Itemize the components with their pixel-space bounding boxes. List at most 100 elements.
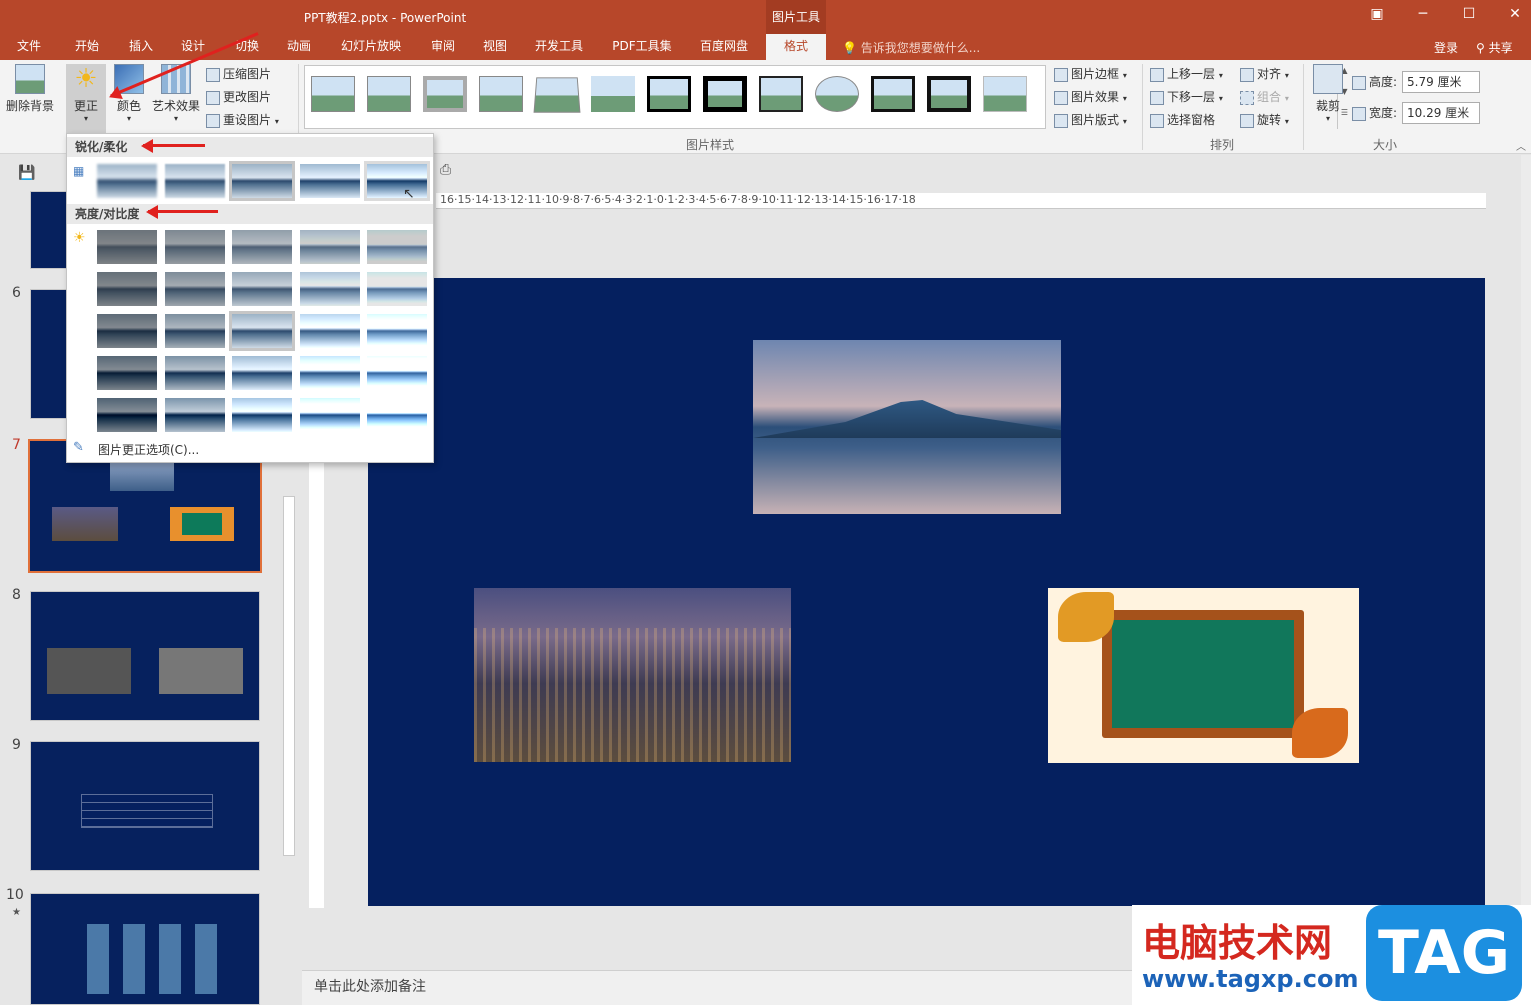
tab-animations[interactable]: 动画 (276, 34, 322, 60)
sharpen-preset[interactable] (97, 164, 157, 198)
style-thumb[interactable] (423, 76, 467, 112)
style-thumb[interactable] (367, 76, 411, 112)
tab-insert[interactable]: 插入 (118, 34, 164, 60)
brightness-preset[interactable] (367, 356, 427, 390)
tab-pdf-tools[interactable]: PDF工具集 (604, 34, 680, 60)
picture-corrections-options[interactable]: 图片更正选项(C)... (98, 441, 199, 458)
style-thumb[interactable] (703, 76, 747, 112)
brightness-preset[interactable] (165, 314, 225, 348)
style-thumb[interactable] (815, 76, 859, 112)
style-thumb[interactable] (759, 76, 803, 112)
brightness-preset[interactable] (165, 230, 225, 264)
height-label-text: 高度: (1369, 75, 1398, 89)
brightness-preset[interactable] (367, 398, 427, 432)
style-thumb[interactable] (647, 76, 691, 112)
mountain-lake-picture[interactable] (753, 340, 1061, 514)
style-thumb[interactable] (871, 76, 915, 112)
style-thumb[interactable] (533, 77, 581, 113)
thumbnail-scrollbar[interactable] (283, 496, 295, 856)
brightness-preset[interactable] (300, 398, 360, 432)
share-button[interactable]: ⚲ 共享 (1476, 39, 1513, 56)
send-backward-button[interactable]: 下移一层 ▾ (1150, 87, 1223, 107)
brightness-preset[interactable] (97, 230, 157, 264)
brightness-preset[interactable] (97, 314, 157, 348)
bring-forward-icon (1150, 67, 1164, 82)
presenter-icon[interactable]: ⎙ (440, 162, 451, 178)
picture-layout-button[interactable]: 图片版式 ▾ (1054, 110, 1127, 130)
brightness-preset[interactable] (300, 356, 360, 390)
brightness-preset[interactable] (232, 272, 292, 306)
crop-icon (1313, 64, 1343, 94)
reset-picture-button[interactable]: 重设图片 ▾ (206, 110, 279, 130)
brightness-preset[interactable] (300, 272, 360, 306)
artistic-effects-button[interactable]: 艺术效果 ▾ (150, 64, 202, 123)
brightness-preset[interactable] (97, 272, 157, 306)
send-backward-icon (1150, 90, 1164, 105)
brightness-preset[interactable] (165, 398, 225, 432)
style-thumb[interactable] (591, 76, 635, 112)
height-input[interactable]: 5.79 厘米 (1402, 71, 1480, 93)
brightness-preset[interactable] (232, 356, 292, 390)
corrections-dropdown: 锐化/柔化 ▦ ↖ 亮度/对比度 ☀ ✎ (66, 133, 434, 463)
brightness-preset[interactable] (97, 356, 157, 390)
brightness-preset[interactable] (367, 314, 427, 348)
login-link[interactable]: 登录 (1434, 39, 1458, 56)
style-thumb[interactable] (311, 76, 355, 112)
brightness-preset[interactable] (97, 398, 157, 432)
brightness-preset[interactable] (367, 230, 427, 264)
brightness-preset[interactable] (367, 272, 427, 306)
compress-pictures-button[interactable]: 压缩图片 (206, 64, 271, 84)
ribbon-display-icon[interactable]: ▣ (1362, 6, 1392, 28)
minimize-icon[interactable]: ─ (1408, 6, 1438, 28)
brightness-preset[interactable] (232, 398, 292, 432)
watermark-site-name: 电脑技术网 (1142, 921, 1333, 965)
slide-thumbnail-10[interactable] (30, 893, 260, 1005)
picture-effects-button[interactable]: 图片效果 ▾ (1054, 87, 1127, 107)
tab-design[interactable]: 设计 (170, 34, 216, 60)
tab-slideshow[interactable]: 幻灯片放映 (334, 34, 408, 60)
vertical-scrollbar[interactable] (1521, 155, 1531, 1005)
tab-developer[interactable]: 开发工具 (528, 34, 590, 60)
tab-baidu-disk[interactable]: 百度网盘 (690, 34, 758, 60)
tab-home[interactable]: 开始 (64, 34, 110, 60)
brightness-preset[interactable] (232, 230, 292, 264)
chevron-down-icon: ▾ (1284, 71, 1289, 80)
sharpen-preset[interactable] (364, 161, 430, 201)
style-thumb[interactable] (983, 76, 1027, 112)
slide-thumbnail-8[interactable] (30, 591, 260, 721)
size-group-label: 大小 (1372, 138, 1397, 152)
bring-forward-button[interactable]: 上移一层 ▾ (1150, 64, 1223, 84)
sharpen-preset[interactable] (229, 161, 295, 201)
selection-pane-button[interactable]: 选择窗格 (1150, 110, 1215, 130)
tab-format[interactable]: 格式 (766, 34, 826, 60)
autumn-chalkboard-picture[interactable] (1048, 588, 1359, 763)
city-night-picture[interactable] (474, 588, 791, 762)
brightness-preset[interactable] (165, 272, 225, 306)
brightness-preset[interactable] (300, 314, 360, 348)
align-button[interactable]: 对齐 ▾ (1240, 64, 1289, 84)
picture-border-button[interactable]: 图片边框 ▾ (1054, 64, 1127, 84)
group-button[interactable]: 组合 ▾ (1240, 87, 1289, 107)
sharpen-preset[interactable] (300, 164, 360, 198)
tell-me-box[interactable]: 💡 告诉我您想要做什么... (842, 39, 980, 56)
style-thumb[interactable] (479, 76, 523, 112)
tab-view[interactable]: 视图 (472, 34, 518, 60)
close-icon[interactable]: ✕ (1500, 6, 1530, 28)
save-icon[interactable]: 💾 (18, 165, 35, 181)
style-thumb[interactable] (927, 76, 971, 112)
slide-thumbnail-9[interactable] (30, 741, 260, 871)
brightness-preset[interactable] (229, 311, 295, 351)
crop-button[interactable]: 裁剪 ▾ (1308, 64, 1348, 123)
tab-file[interactable]: 文件 (6, 34, 52, 60)
corrections-button[interactable]: ☀ 更正 ▾ (66, 64, 106, 134)
collapse-ribbon-icon[interactable]: ︿ (1516, 138, 1526, 153)
change-picture-button[interactable]: 更改图片 (206, 87, 271, 107)
tab-review[interactable]: 审阅 (420, 34, 466, 60)
remove-background-button[interactable]: 删除背景 (4, 64, 56, 114)
maximize-icon[interactable]: ☐ (1454, 6, 1484, 28)
sharpen-preset[interactable] (165, 164, 225, 198)
width-input[interactable]: 10.29 厘米 (1402, 102, 1480, 124)
brightness-preset[interactable] (300, 230, 360, 264)
brightness-preset[interactable] (165, 356, 225, 390)
rotate-button[interactable]: 旋转 ▾ (1240, 110, 1289, 130)
